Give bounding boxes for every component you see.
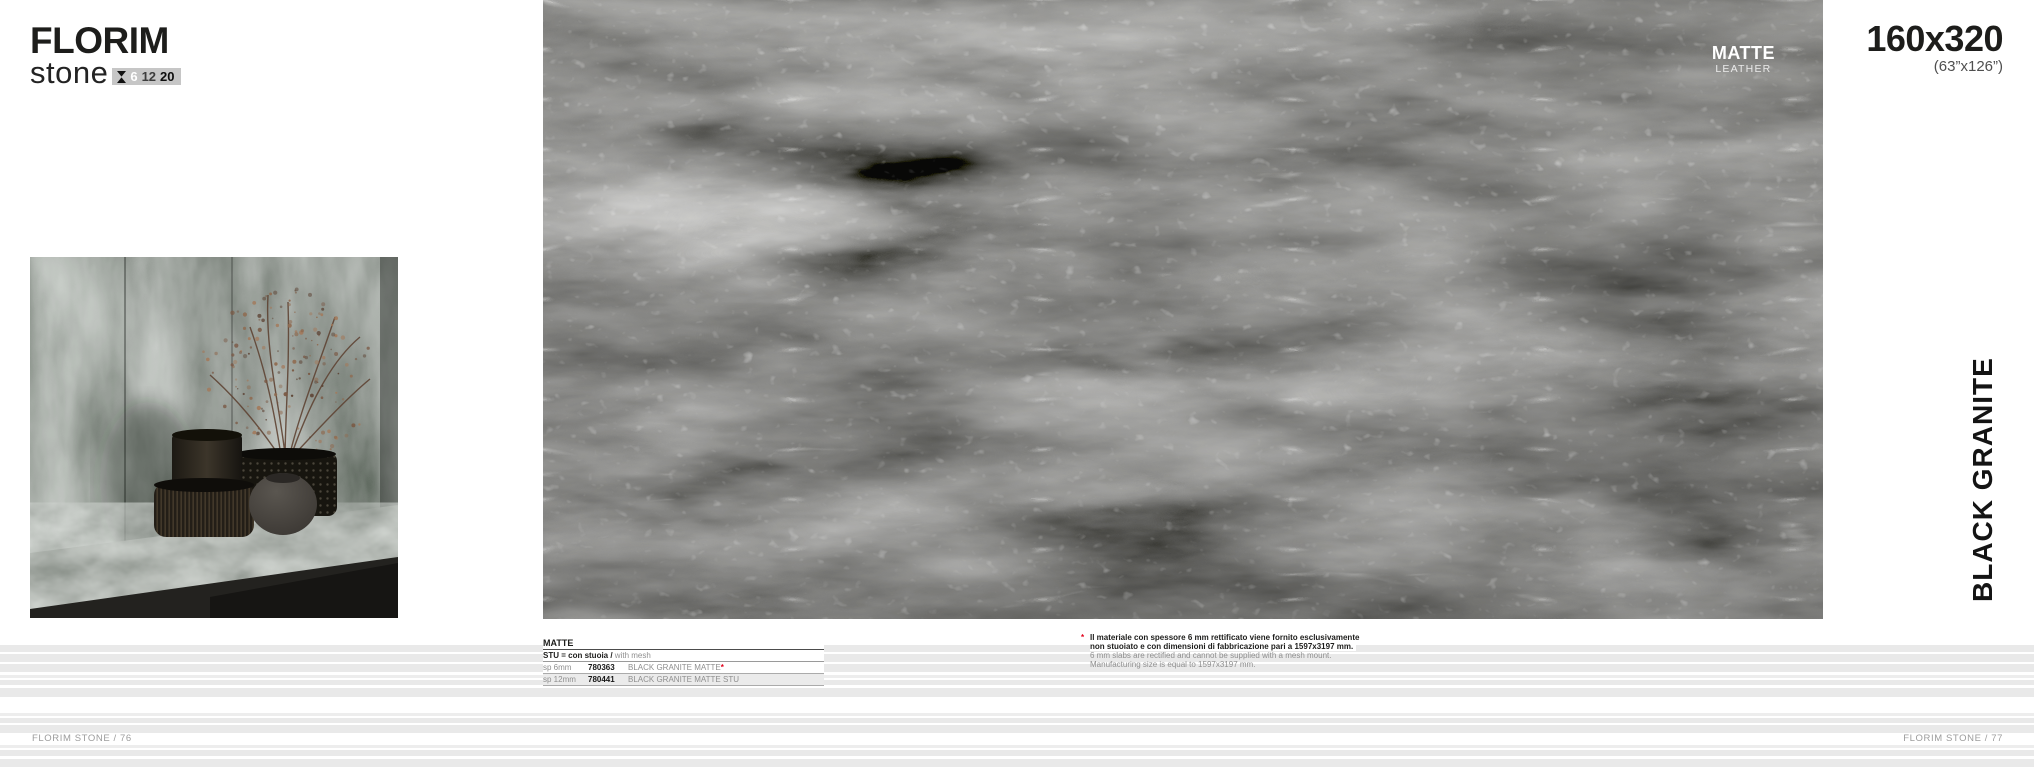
table-row: sp 12mm 780441 BLACK GRANITE MATTE STU <box>543 674 824 686</box>
note-english-line2: Manufacturing size is equal to 1597x3197… <box>1090 660 1401 669</box>
product-name-vertical: BLACK GRANITE <box>1964 344 2002 616</box>
note-block: * Il materiale con spessore 6 mm rettifi… <box>1081 633 1401 669</box>
stone-wordmark: stone <box>30 58 108 88</box>
badge-number-12: 12 <box>142 68 156 85</box>
note-italian-line1: Il materiale con spessore 6 mm rettifica… <box>1090 633 1362 642</box>
slab-image: MATTE LEATHER <box>543 0 1823 619</box>
table-row: sp 6mm 780363 BLACK GRANITE MATTE* <box>543 662 824 674</box>
name-cell: BLACK GRANITE MATTE STU <box>628 674 824 686</box>
footer-page-right: FLORIM STONE / 77 <box>1903 733 2003 744</box>
thickness-badge: 6 12 20 <box>112 68 180 85</box>
brand-logo: FLORIM stone 6 12 20 <box>30 22 181 88</box>
name-cell: BLACK GRANITE MATTE* <box>628 662 824 674</box>
red-asterisk: * <box>721 663 724 672</box>
footer-page-left: FLORIM STONE / 76 <box>32 733 132 744</box>
catalog-spread: FLORIM stone 6 12 20 <box>0 0 2034 775</box>
finish-label: MATTE <box>1712 44 1775 63</box>
legend-regular: with mesh <box>613 651 651 660</box>
legend-bold: STU = con stuoia / <box>543 651 613 660</box>
badge-number-6: 6 <box>130 68 137 85</box>
badge-number-20: 20 <box>160 68 174 85</box>
spec-table-header: MATTE <box>543 634 824 650</box>
thickness-cell: sp 12mm <box>543 674 588 686</box>
spec-table-legend: STU = con stuoia / with mesh <box>543 650 824 662</box>
hourglass-icon <box>117 71 126 83</box>
finish-sublabel: LEATHER <box>1712 63 1775 76</box>
finish-label-group: MATTE LEATHER <box>1712 44 1775 76</box>
note-italian-line2: non stuoiato e con dimensioni di fabbric… <box>1090 642 1356 651</box>
code-cell: 780363 <box>588 662 628 674</box>
size-imperial: (63”x126”) <box>1866 58 2003 75</box>
size-metric: 160x320 <box>1866 20 2003 57</box>
note-english-line1: 6 mm slabs are rectified and cannot be s… <box>1090 651 1401 660</box>
room-photo <box>30 257 398 618</box>
size-block: 160x320 (63”x126”) <box>1866 20 2003 75</box>
code-cell: 780441 <box>588 674 628 686</box>
thickness-cell: sp 6mm <box>543 662 588 674</box>
spec-table: MATTE STU = con stuoia / with mesh sp 6m… <box>543 634 824 686</box>
note-asterisk: * <box>1081 633 1084 642</box>
